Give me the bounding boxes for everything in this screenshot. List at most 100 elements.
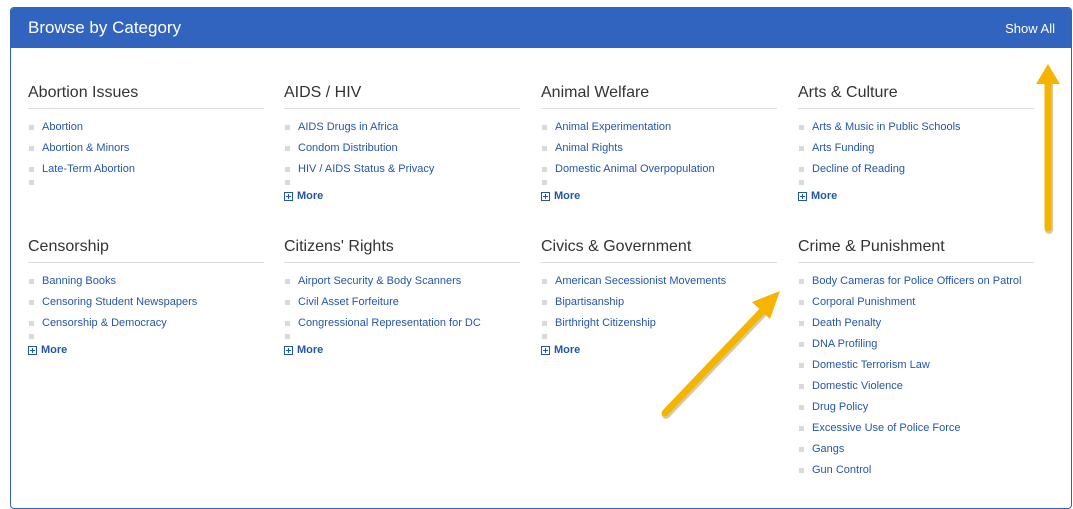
more-label: More	[811, 190, 838, 202]
more-button[interactable]: More	[28, 344, 264, 356]
list-item: Animal Rights	[541, 138, 777, 159]
list-item: DNA Profiling	[798, 334, 1034, 355]
list-item: Civil Asset Forfeiture	[284, 292, 520, 313]
category-title: Crime & Punishment	[798, 238, 1034, 263]
category-link[interactable]: Birthright Citizenship	[555, 317, 656, 329]
more-button[interactable]: More	[284, 344, 520, 356]
category-link[interactable]: Gangs	[812, 443, 844, 455]
category-censorship: Censorship Banning Books Censoring Stude…	[28, 238, 264, 356]
category-link[interactable]: Drug Policy	[812, 401, 868, 413]
category-list: Arts & Music in Public Schools Arts Fund…	[798, 117, 1034, 186]
category-link[interactable]: Death Penalty	[812, 317, 881, 329]
category-title: Censorship	[28, 238, 264, 263]
list-item: HIV / AIDS Status & Privacy	[284, 159, 520, 180]
category-list: Abortion Abortion & Minors Late-Term Abo…	[28, 117, 264, 186]
category-link[interactable]: Airport Security & Body Scanners	[298, 275, 461, 287]
list-item: American Secessionist Movements	[541, 271, 777, 292]
list-item: Animal Experimentation	[541, 117, 777, 138]
list-item-empty	[284, 334, 520, 340]
more-label: More	[297, 344, 324, 356]
category-link[interactable]: Congressional Representation for DC	[298, 317, 481, 329]
category-link[interactable]: Abortion & Minors	[42, 142, 129, 154]
list-item: Body Cameras for Police Officers on Patr…	[798, 271, 1034, 292]
panel-title: Browse by Category	[28, 18, 182, 37]
category-title: Animal Welfare	[541, 84, 777, 109]
list-item: Gangs	[798, 439, 1034, 460]
category-list: AIDS Drugs in Africa Condom Distribution…	[284, 117, 520, 186]
list-item: Arts & Music in Public Schools	[798, 117, 1034, 138]
category-link[interactable]: Late-Term Abortion	[42, 163, 135, 175]
more-button[interactable]: More	[541, 344, 777, 356]
category-link[interactable]: Body Cameras for Police Officers on Patr…	[812, 275, 1022, 287]
category-link[interactable]: Arts & Music in Public Schools	[812, 121, 961, 133]
list-item: Decline of Reading	[798, 159, 1034, 180]
category-link[interactable]: Animal Experimentation	[555, 121, 671, 133]
category-link[interactable]: AIDS Drugs in Africa	[298, 121, 398, 133]
list-item: Domestic Violence	[798, 376, 1034, 397]
category-link[interactable]: Civil Asset Forfeiture	[298, 296, 399, 308]
more-label: More	[554, 190, 581, 202]
list-item: Bipartisanship	[541, 292, 777, 313]
list-item-empty	[28, 180, 264, 186]
list-item-empty	[28, 334, 264, 340]
more-label: More	[554, 344, 581, 356]
list-item-empty	[284, 180, 520, 186]
category-link[interactable]: Domestic Violence	[812, 380, 903, 392]
category-link[interactable]: Abortion	[42, 121, 83, 133]
category-link[interactable]: American Secessionist Movements	[555, 275, 726, 287]
category-link[interactable]: Bipartisanship	[555, 296, 624, 308]
list-item: Airport Security & Body Scanners	[284, 271, 520, 292]
category-title: Civics & Government	[541, 238, 777, 263]
more-button[interactable]: More	[541, 190, 777, 202]
category-civics-government: Civics & Government American Secessionis…	[541, 238, 777, 356]
list-item-empty	[798, 180, 1034, 186]
list-item: Abortion	[28, 117, 264, 138]
category-link[interactable]: Censorship & Democracy	[42, 317, 167, 329]
more-button[interactable]: More	[284, 190, 520, 202]
category-citizens-rights: Citizens' Rights Airport Security & Body…	[284, 238, 520, 356]
list-item: Corporal Punishment	[798, 292, 1034, 313]
plus-icon	[284, 191, 293, 201]
list-item: Domestic Terrorism Law	[798, 355, 1034, 376]
more-label: More	[41, 344, 68, 356]
category-aids-hiv: AIDS / HIV AIDS Drugs in Africa Condom D…	[284, 84, 520, 202]
category-link[interactable]: DNA Profiling	[812, 338, 877, 350]
list-item: Abortion & Minors	[28, 138, 264, 159]
category-link[interactable]: Animal Rights	[555, 142, 623, 154]
category-abortion-issues: Abortion Issues Abortion Abortion & Mino…	[28, 84, 264, 186]
category-list: Animal Experimentation Animal Rights Dom…	[541, 117, 777, 186]
more-button[interactable]: More	[798, 190, 1034, 202]
category-list: Airport Security & Body Scanners Civil A…	[284, 271, 520, 340]
more-label: More	[297, 190, 324, 202]
list-item: Condom Distribution	[284, 138, 520, 159]
category-link[interactable]: Decline of Reading	[812, 163, 905, 175]
list-item: Arts Funding	[798, 138, 1034, 159]
list-item: Censoring Student Newspapers	[28, 292, 264, 313]
category-title: Citizens' Rights	[284, 238, 520, 263]
category-list: American Secessionist Movements Bipartis…	[541, 271, 777, 340]
plus-icon	[284, 345, 293, 355]
category-link[interactable]: Domestic Animal Overpopulation	[555, 163, 715, 175]
list-item: Death Penalty	[798, 313, 1034, 334]
list-item: Gun Control	[798, 460, 1034, 481]
category-link[interactable]: HIV / AIDS Status & Privacy	[298, 163, 434, 175]
category-link[interactable]: Excessive Use of Police Force	[812, 422, 961, 434]
category-link[interactable]: Gun Control	[812, 464, 871, 476]
plus-icon	[541, 191, 550, 201]
list-item: AIDS Drugs in Africa	[284, 117, 520, 138]
show-all-link[interactable]: Show All	[1005, 21, 1055, 36]
category-link[interactable]: Domestic Terrorism Law	[812, 359, 930, 371]
category-title: Abortion Issues	[28, 84, 264, 109]
category-link[interactable]: Censoring Student Newspapers	[42, 296, 197, 308]
category-title: AIDS / HIV	[284, 84, 520, 109]
category-link[interactable]: Banning Books	[42, 275, 116, 287]
category-arts-culture: Arts & Culture Arts & Music in Public Sc…	[798, 84, 1034, 202]
category-list: Body Cameras for Police Officers on Patr…	[798, 271, 1034, 481]
category-link[interactable]: Corporal Punishment	[812, 296, 915, 308]
category-link[interactable]: Arts Funding	[812, 142, 874, 154]
list-item: Drug Policy	[798, 397, 1034, 418]
list-item: Banning Books	[28, 271, 264, 292]
plus-icon	[28, 345, 37, 355]
category-link[interactable]: Condom Distribution	[298, 142, 398, 154]
plus-icon	[541, 345, 550, 355]
